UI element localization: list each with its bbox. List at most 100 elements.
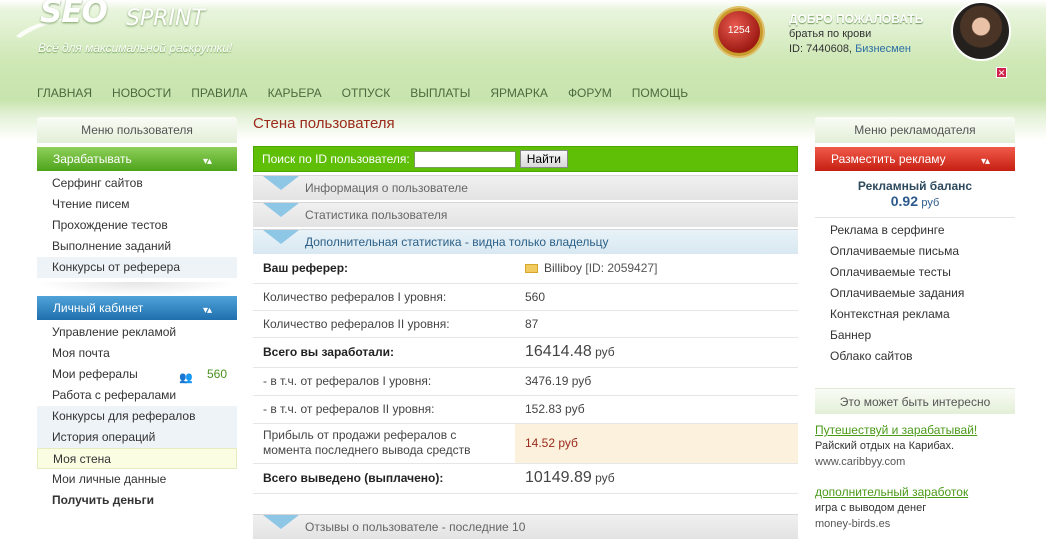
menu-item[interactable]: Облако сайтов	[815, 346, 1015, 367]
menu-item[interactable]: Серфинг сайтов	[37, 173, 237, 194]
ad-title-link[interactable]: дополнительный заработок	[815, 484, 1015, 500]
cabinet-list: Управление рекламой Моя почта Мои рефера…	[37, 320, 237, 515]
section-user-stats[interactable]: Статистика пользователя	[253, 202, 798, 227]
row-key-line: Прибыль от продажи рефералов с	[263, 428, 457, 442]
row-key: - в т.ч. от рефералов I уровня:	[253, 367, 515, 396]
earn-title: Зарабатывать	[53, 152, 132, 166]
menu-item[interactable]: Конкурсы от реферера	[37, 257, 237, 278]
user-id: ID: 7440608,	[789, 43, 852, 55]
chevron-icon: ▾▴	[203, 156, 212, 167]
menu-item[interactable]: Управление рекламой	[37, 322, 237, 343]
nav-forum[interactable]: ФОРУМ	[568, 86, 612, 100]
referrer-id: [ID: 2059427]	[585, 261, 658, 276]
rating-medal-icon[interactable]: 1254	[715, 8, 763, 56]
ad-title-link[interactable]: Путешествуй и зарабатывай!	[815, 422, 1015, 438]
ad-description: игра с выводом денег	[815, 502, 927, 514]
close-icon[interactable]: ✕	[996, 67, 1007, 78]
menu-item[interactable]: Чтение писем	[37, 194, 237, 215]
nav-home[interactable]: ГЛАВНАЯ	[37, 86, 92, 100]
balance-currency: руб	[921, 197, 940, 209]
row-key: Количество рефералов I уровня:	[253, 283, 515, 311]
row-value-cell: 10149.89 руб	[515, 463, 798, 494]
menu-item-active[interactable]: Моя стена	[37, 448, 237, 469]
table-row: Количество рефералов I уровня: 560	[253, 283, 798, 311]
user-menu: Меню пользователя Зарабатывать ▾▴ Серфин…	[37, 117, 237, 515]
welcome-text: ДОБРО ПОЖАЛОВАТЬ	[789, 12, 924, 26]
menu-item[interactable]: Контекстная реклама	[815, 304, 1015, 325]
menu-item-label: Мои рефералы	[52, 367, 138, 381]
avatar[interactable]	[951, 1, 1011, 61]
menu-item[interactable]: Прохождение тестов	[37, 215, 237, 236]
row-value: 560	[515, 283, 798, 311]
referrer-link[interactable]: Billiboy	[544, 261, 582, 275]
menu-item[interactable]: Получить деньги	[37, 490, 237, 511]
user-name: братья по крови	[789, 28, 872, 40]
menu-item[interactable]: Моя почта	[37, 343, 237, 364]
cabinet-title: Личный кабинет	[53, 301, 144, 315]
nav-rules[interactable]: ПРАВИЛА	[191, 86, 247, 100]
menu-item[interactable]: Оплачиваемые тесты	[815, 262, 1015, 283]
nav-help[interactable]: ПОМОЩЬ	[632, 86, 688, 100]
section-title: Отзывы о пользователе - последние 10	[305, 519, 526, 534]
advertiser-menu: Меню рекламодателя Разместить рекламу ▾▴…	[815, 117, 1015, 371]
row-key-line: момента последнего вывода средств	[263, 443, 471, 457]
menu-item[interactable]: Работа с рефералами	[37, 385, 237, 406]
nav-vacation[interactable]: ОТПУСК	[342, 86, 391, 100]
ad-item: Путешествуй и зарабатывай! Райский отдых…	[815, 422, 1015, 470]
menu-item[interactable]: Выполнение заданий	[37, 236, 237, 257]
row-unit: руб	[595, 471, 615, 485]
ad-description: Райский отдых на Карибах.	[815, 440, 955, 452]
search-button[interactable]: Найти	[519, 150, 568, 168]
menu-item[interactable]: Оплачиваемые задания	[815, 283, 1015, 304]
menu-item[interactable]: Реклама в серфинге	[815, 220, 1015, 241]
ad-url[interactable]: money-birds.es	[815, 516, 1015, 532]
menu-item-referrals[interactable]: Мои рефералы 👥 560	[37, 364, 237, 385]
main-nav: ГЛАВНАЯ НОВОСТИ ПРАВИЛА КАРЬЕРА ОТПУСК В…	[37, 86, 708, 100]
welcome-block: ДОБРО ПОЖАЛОВАТЬ братья по крови ID: 744…	[789, 12, 923, 57]
section-title: Статистика пользователя	[305, 208, 448, 222]
nav-career[interactable]: КАРЬЕРА	[268, 86, 322, 100]
place-ad-header[interactable]: Разместить рекламу ▾▴	[815, 147, 1015, 171]
search-input[interactable]	[413, 150, 516, 168]
page-title: Стена пользователя	[253, 115, 395, 132]
menu-item[interactable]: История операций	[37, 427, 237, 448]
nav-payouts[interactable]: ВЫПЛАТЫ	[410, 86, 470, 100]
section-extra-stats[interactable]: Дополнительная статистика - видна только…	[253, 229, 798, 254]
divider	[37, 282, 237, 296]
table-row: Всего выведено (выплачено): 10149.89 руб	[253, 463, 798, 494]
menu-item[interactable]: Конкурсы для рефералов	[37, 406, 237, 427]
menu-item[interactable]: Оплачиваемые письма	[815, 241, 1015, 262]
ad-url[interactable]: www.caribbyy.com	[815, 454, 1015, 470]
menu-item[interactable]: Мои личные данные	[37, 469, 237, 490]
row-value: 10149.89	[525, 469, 592, 486]
table-row: Количество рефералов II уровня: 87	[253, 310, 798, 338]
earn-header[interactable]: Зарабатывать ▾▴	[37, 147, 237, 171]
referrer-cell: Billiboy [ID: 2059427]	[515, 254, 798, 284]
user-menu-title: Меню пользователя	[37, 117, 237, 143]
cabinet-header[interactable]: Личный кабинет ▾▴	[37, 296, 237, 320]
row-key: Прибыль от продажи рефералов с момента п…	[253, 423, 515, 464]
nav-news[interactable]: НОВОСТИ	[112, 86, 171, 100]
row-value: 3476.19 руб	[515, 367, 798, 396]
logo-seo: SEO	[40, 0, 108, 30]
balance-title: Рекламный баланс	[857, 179, 973, 193]
section-title: Дополнительная статистика - видна только…	[305, 235, 609, 249]
table-row: - в т.ч. от рефералов I уровня: 3476.19 …	[253, 367, 798, 396]
logo[interactable]: SEO SPRINT Всё для максимальной раскрутк…	[14, 0, 254, 58]
envelope-icon[interactable]	[525, 264, 538, 274]
menu-item[interactable]: Баннер	[815, 325, 1015, 346]
chevron-icon: ▾▴	[203, 305, 212, 316]
triangle-down-icon	[263, 203, 299, 217]
section-user-info[interactable]: Информация о пользователе	[253, 175, 798, 200]
user-status-link[interactable]: Бизнесмен	[855, 43, 911, 55]
user-id-line: ID: 7440608, Бизнесмен	[789, 42, 923, 57]
chevron-icon: ▾▴	[981, 156, 990, 167]
search-label: Поиск по ID пользователя:	[262, 152, 410, 166]
row-key: - в т.ч. от рефералов II уровня:	[253, 395, 515, 424]
section-title: Информация о пользователе	[305, 181, 468, 195]
ad-item: дополнительный заработок игра с выводом …	[815, 484, 1015, 532]
section-reviews[interactable]: Отзывы о пользователе - последние 10	[253, 513, 798, 539]
nav-fair[interactable]: ЯРМАРКА	[490, 86, 548, 100]
row-value-cell: 16414.48 руб	[515, 337, 798, 368]
table-row: Ваш реферер: Billiboy [ID: 2059427]	[253, 254, 798, 284]
